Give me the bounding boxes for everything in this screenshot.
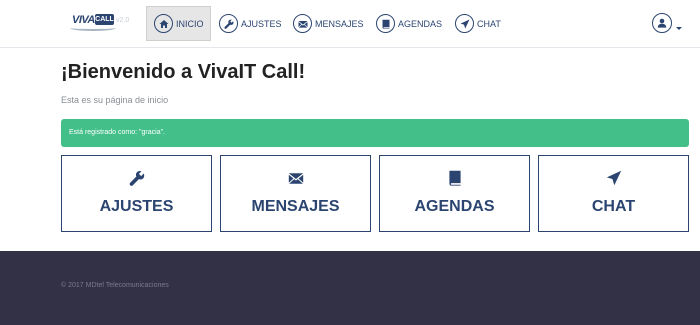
- wrench-icon: [219, 14, 238, 33]
- nav-agendas-label: AGENDAS: [398, 18, 443, 29]
- wrench-icon: [62, 170, 211, 186]
- envelope-icon: [293, 14, 312, 33]
- tile-mensajes[interactable]: MENSAJES: [220, 155, 371, 232]
- user-menu-button[interactable]: [652, 13, 672, 33]
- logo-version: v2.0: [116, 17, 130, 24]
- chevron-down-icon[interactable]: [676, 27, 682, 30]
- vivait-call-logo[interactable]: VIVAit CALL v2.0: [70, 13, 130, 33]
- tile-chat[interactable]: CHAT: [538, 155, 689, 232]
- nav-mensajes[interactable]: MENSAJES: [293, 6, 364, 41]
- tile-chat-label: CHAT: [591, 198, 636, 215]
- footer-copyright: © 2017 MDtel Telecomunicaciones: [61, 282, 169, 289]
- nav-agendas[interactable]: AGENDAS: [376, 6, 442, 41]
- page-title: ¡Bienvenido a VivaIT Call!: [61, 61, 306, 83]
- nav-ajustes[interactable]: AJUSTES: [219, 6, 282, 41]
- page-subtitle: Esta es su página de inicio: [61, 95, 169, 105]
- tile-agendas-label: AGENDAS: [414, 198, 495, 215]
- nav-inicio-label: INICIO: [176, 18, 204, 29]
- user-icon: [657, 18, 667, 28]
- nav-chat-label: CHAT: [477, 18, 501, 29]
- book-icon: [380, 170, 529, 186]
- tile-ajustes-label: AJUSTES: [99, 198, 174, 215]
- nav-ajustes-label: AJUSTES: [241, 18, 282, 29]
- logo-badge: CALL: [95, 14, 114, 25]
- home-icon: [154, 14, 173, 33]
- nav-mensajes-label: MENSAJES: [315, 18, 364, 29]
- top-navbar: VIVAit CALL v2.0 INICIO AJUSTES MENSAJES…: [0, 0, 700, 48]
- nav-chat[interactable]: CHAT: [455, 6, 501, 41]
- envelope-icon: [221, 170, 370, 186]
- tile-agendas[interactable]: AGENDAS: [379, 155, 530, 232]
- logo-swoosh: [70, 25, 116, 31]
- send-icon: [539, 170, 688, 186]
- tile-mensajes-label: MENSAJES: [251, 198, 340, 215]
- login-status-alert: Está registrado como: "gracia".: [61, 119, 689, 147]
- send-icon: [455, 14, 474, 33]
- tile-ajustes[interactable]: AJUSTES: [61, 155, 212, 232]
- book-icon: [376, 14, 395, 33]
- nav-inicio[interactable]: INICIO: [146, 6, 211, 41]
- page-footer: © 2017 MDtel Telecomunicaciones: [0, 251, 700, 325]
